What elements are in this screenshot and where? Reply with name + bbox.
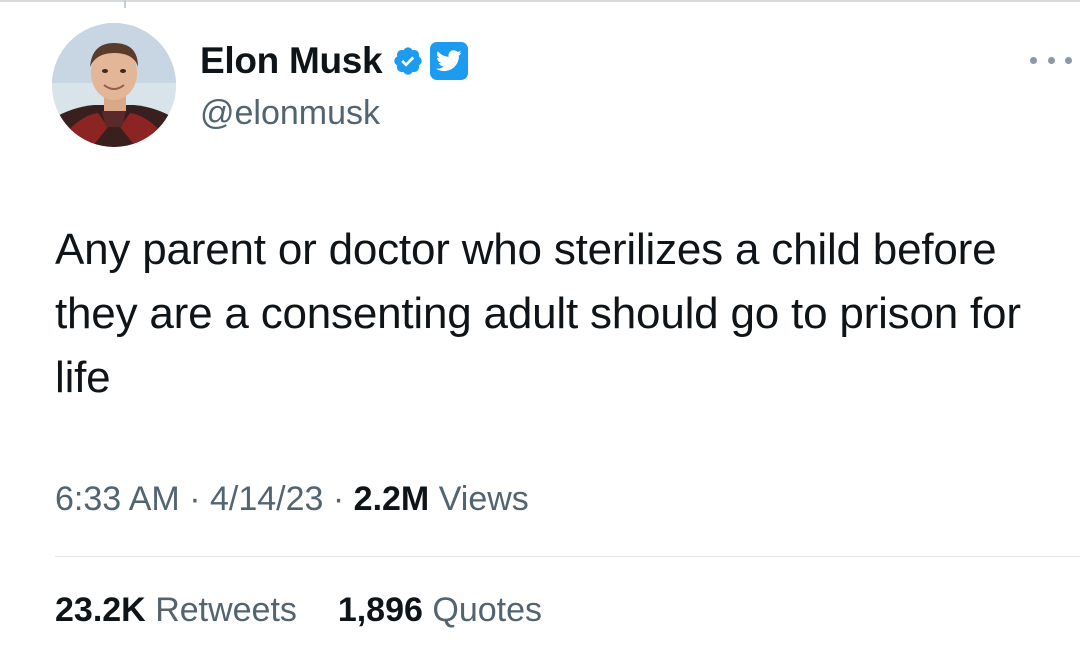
meta-separator: · bbox=[332, 480, 345, 518]
top-divider bbox=[0, 0, 1080, 2]
avatar[interactable] bbox=[52, 23, 176, 147]
more-options-icon[interactable] bbox=[1030, 50, 1072, 70]
author-handle[interactable]: @elonmusk bbox=[200, 90, 380, 136]
author-display-name[interactable]: Elon Musk bbox=[200, 38, 383, 84]
more-dot bbox=[1047, 56, 1055, 64]
tweet-meta: 6:33 AM · 4/14/23 · 2.2M Views bbox=[55, 474, 529, 524]
views-label: Views bbox=[438, 480, 529, 518]
twitter-bird-icon bbox=[430, 42, 469, 80]
quotes-label: Quotes bbox=[432, 591, 542, 629]
tweet-date[interactable]: 4/14/23 bbox=[210, 480, 323, 518]
more-dot bbox=[1030, 56, 1037, 64]
retweets-stat[interactable]: 23.2K Retweets bbox=[55, 591, 306, 629]
more-dot bbox=[1065, 56, 1072, 64]
retweets-label: Retweets bbox=[155, 591, 297, 629]
avatar-portrait bbox=[52, 23, 176, 147]
top-divider-tick bbox=[124, 0, 126, 8]
author-name-row: Elon Musk bbox=[200, 38, 469, 84]
retweets-count: 23.2K bbox=[55, 591, 146, 629]
views-count: 2.2M bbox=[353, 480, 430, 518]
stats-divider bbox=[55, 556, 1080, 557]
quotes-stat[interactable]: 1,896 Quotes bbox=[338, 591, 542, 629]
tweet-stats: 23.2K Retweets 1,896 Quotes bbox=[55, 585, 542, 635]
verified-badge-icon bbox=[392, 45, 424, 77]
tweet-time[interactable]: 6:33 AM bbox=[55, 480, 180, 518]
tweet-text: Any parent or doctor who sterilizes a ch… bbox=[55, 225, 1021, 402]
meta-separator: · bbox=[189, 480, 201, 518]
quotes-count: 1,896 bbox=[337, 591, 423, 629]
